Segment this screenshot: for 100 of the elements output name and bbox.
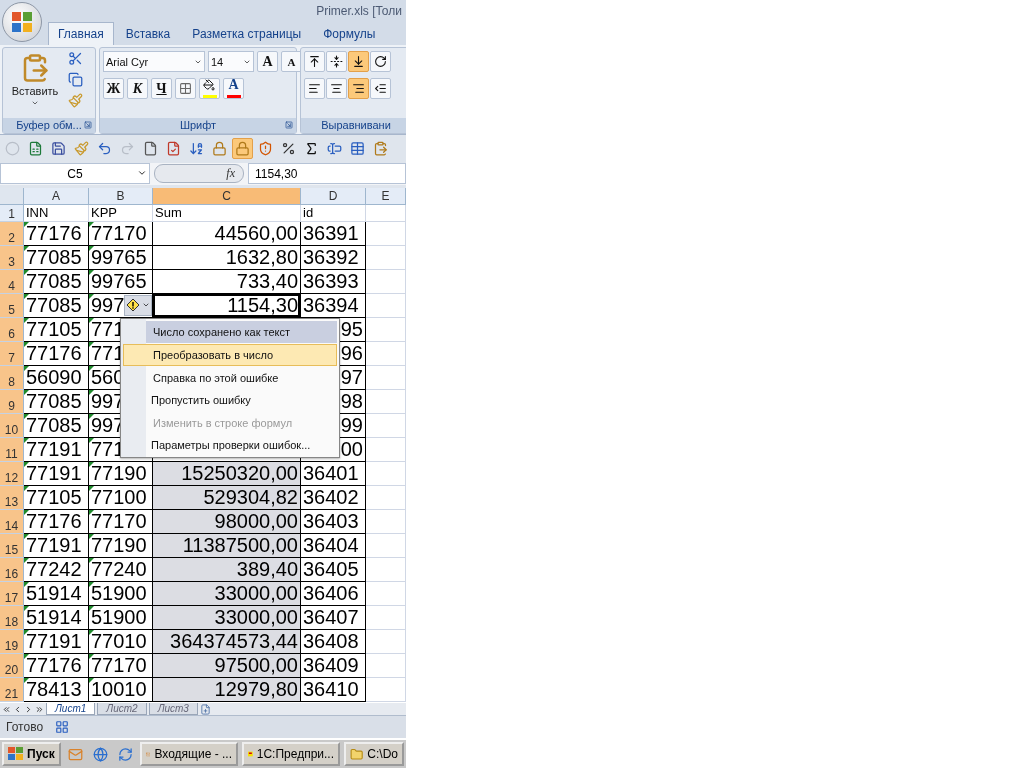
row-header[interactable]: 5 [0, 293, 24, 318]
ribbon-tab[interactable]: Формулы [313, 22, 386, 45]
save-icon [51, 141, 66, 157]
circle-icon [5, 141, 20, 157]
sheet-tab[interactable]: Лист2 [97, 703, 147, 716]
row-header[interactable]: 8 [0, 365, 24, 390]
row-header[interactable]: 13 [0, 485, 24, 510]
launcher-icon[interactable] [285, 120, 293, 129]
column-header[interactable]: B [89, 187, 153, 205]
row-header[interactable]: 2 [0, 221, 24, 246]
font-size-field[interactable]: 14 [208, 51, 254, 72]
last-sheet-icon[interactable] [35, 704, 44, 714]
table-cell: 33000,00 [153, 605, 301, 630]
alignment-button[interactable] [348, 78, 369, 99]
align-middle-icon [330, 55, 343, 68]
macro-record-icon[interactable] [55, 720, 70, 735]
column-header[interactable]: E [366, 187, 406, 205]
row-header[interactable]: 20 [0, 653, 24, 678]
borders-button[interactable] [175, 78, 196, 99]
table-cell: 1632,80 [153, 245, 301, 270]
paste-button[interactable]: Вставить [6, 51, 64, 115]
row-header[interactable]: 17 [0, 581, 24, 606]
table-cell: 36401 [301, 461, 366, 486]
align-left-icon [308, 82, 321, 95]
table-cell: 36408 [301, 629, 366, 654]
formula-field[interactable]: 1154,30 [248, 163, 406, 185]
table-cell: 77170 [89, 653, 153, 678]
caret-icon [31, 99, 39, 107]
row-header[interactable]: 6 [0, 317, 24, 342]
bucket-icon [202, 79, 215, 91]
alignment-button[interactable] [326, 51, 347, 72]
new-document-icon [143, 141, 158, 157]
row-header[interactable]: 15 [0, 533, 24, 558]
table-cell: 389,40 [153, 557, 301, 582]
table-cell: 36402 [301, 485, 366, 510]
ribbon-tab[interactable]: Главная [48, 22, 114, 45]
row-header[interactable]: 11 [0, 437, 24, 462]
name-box[interactable]: C5 [0, 163, 150, 185]
table-cell: 77190 [89, 533, 153, 558]
table-cell: 77191 [24, 533, 89, 558]
column-header[interactable]: C [153, 187, 301, 205]
scissors-icon[interactable] [68, 51, 83, 66]
row-header[interactable]: 3 [0, 245, 24, 270]
alignment-button[interactable] [304, 78, 325, 99]
row-header[interactable]: 7 [0, 341, 24, 366]
row-header[interactable]: 18 [0, 605, 24, 630]
row-header[interactable]: 4 [0, 269, 24, 294]
table-cell: 77191 [24, 461, 89, 486]
font-style-button[interactable]: Ч [151, 78, 172, 99]
row-header[interactable]: 9 [0, 389, 24, 414]
error-smart-tag[interactable] [124, 294, 152, 316]
alignment-button[interactable] [304, 51, 325, 72]
start-button[interactable]: Пуск [2, 742, 61, 766]
alignment-button[interactable] [348, 51, 369, 72]
first-sheet-icon[interactable] [2, 704, 11, 714]
launcher-icon[interactable] [84, 120, 92, 129]
table-cell: 77105 [24, 485, 89, 510]
table-cell: 36392 [301, 245, 366, 270]
alignment-button[interactable] [326, 78, 347, 99]
grow-font-button[interactable]: A [257, 51, 278, 72]
font-style-button[interactable]: Ж [103, 78, 124, 99]
row-header[interactable]: 10 [0, 413, 24, 438]
warning-icon [258, 141, 273, 157]
column-header[interactable]: A [24, 187, 89, 205]
font-name-field[interactable]: Arial Cyr [103, 51, 205, 72]
taskbar-button[interactable]: 1С:Предпри... [242, 742, 340, 766]
table-cell: 77010 [89, 629, 153, 654]
ribbon-tab[interactable]: Разметка страницы [182, 22, 312, 45]
copy-icon[interactable] [68, 72, 83, 87]
table-cell: 77176 [24, 653, 89, 678]
table-cell: 99765 [89, 245, 153, 270]
function-button[interactable]: fx [226, 166, 235, 182]
menu-header: Число сохранено как текст [146, 320, 337, 343]
taskbar-button[interactable]: Входящие - ... [140, 742, 238, 766]
table-cell: 10010 [89, 677, 153, 702]
font-color-button[interactable]: A [223, 78, 244, 99]
group-label: Буфер обм... [16, 119, 82, 132]
menu-item[interactable]: Преобразовать в число [123, 343, 337, 366]
alignment-button[interactable] [370, 51, 391, 72]
sheet-tab[interactable]: Лист1 [46, 703, 96, 716]
next-sheet-icon[interactable] [24, 704, 33, 714]
taskbar-button[interactable]: C:\Do [344, 742, 404, 766]
row-header[interactable]: 14 [0, 509, 24, 534]
table-cell: 36407 [301, 605, 366, 630]
alignment-button[interactable] [370, 78, 391, 99]
row-header[interactable]: 21 [0, 677, 24, 702]
row-header[interactable]: 12 [0, 461, 24, 486]
shrink-font-button[interactable]: A [281, 51, 302, 72]
font-style-button[interactable]: К [127, 78, 148, 99]
align-top-icon [308, 55, 321, 68]
insert-sheet-icon[interactable] [199, 703, 211, 715]
previous-sheet-icon[interactable] [13, 704, 22, 714]
lock-icon [212, 141, 227, 157]
row-header[interactable]: 16 [0, 557, 24, 582]
row-header[interactable]: 19 [0, 629, 24, 654]
sheet-tab[interactable]: Лист3 [148, 703, 198, 716]
table-cell: 36403 [301, 509, 366, 534]
column-header[interactable]: D [301, 187, 366, 205]
fill-color-button[interactable] [199, 78, 220, 99]
ribbon-tab[interactable]: Вставка [115, 22, 181, 45]
